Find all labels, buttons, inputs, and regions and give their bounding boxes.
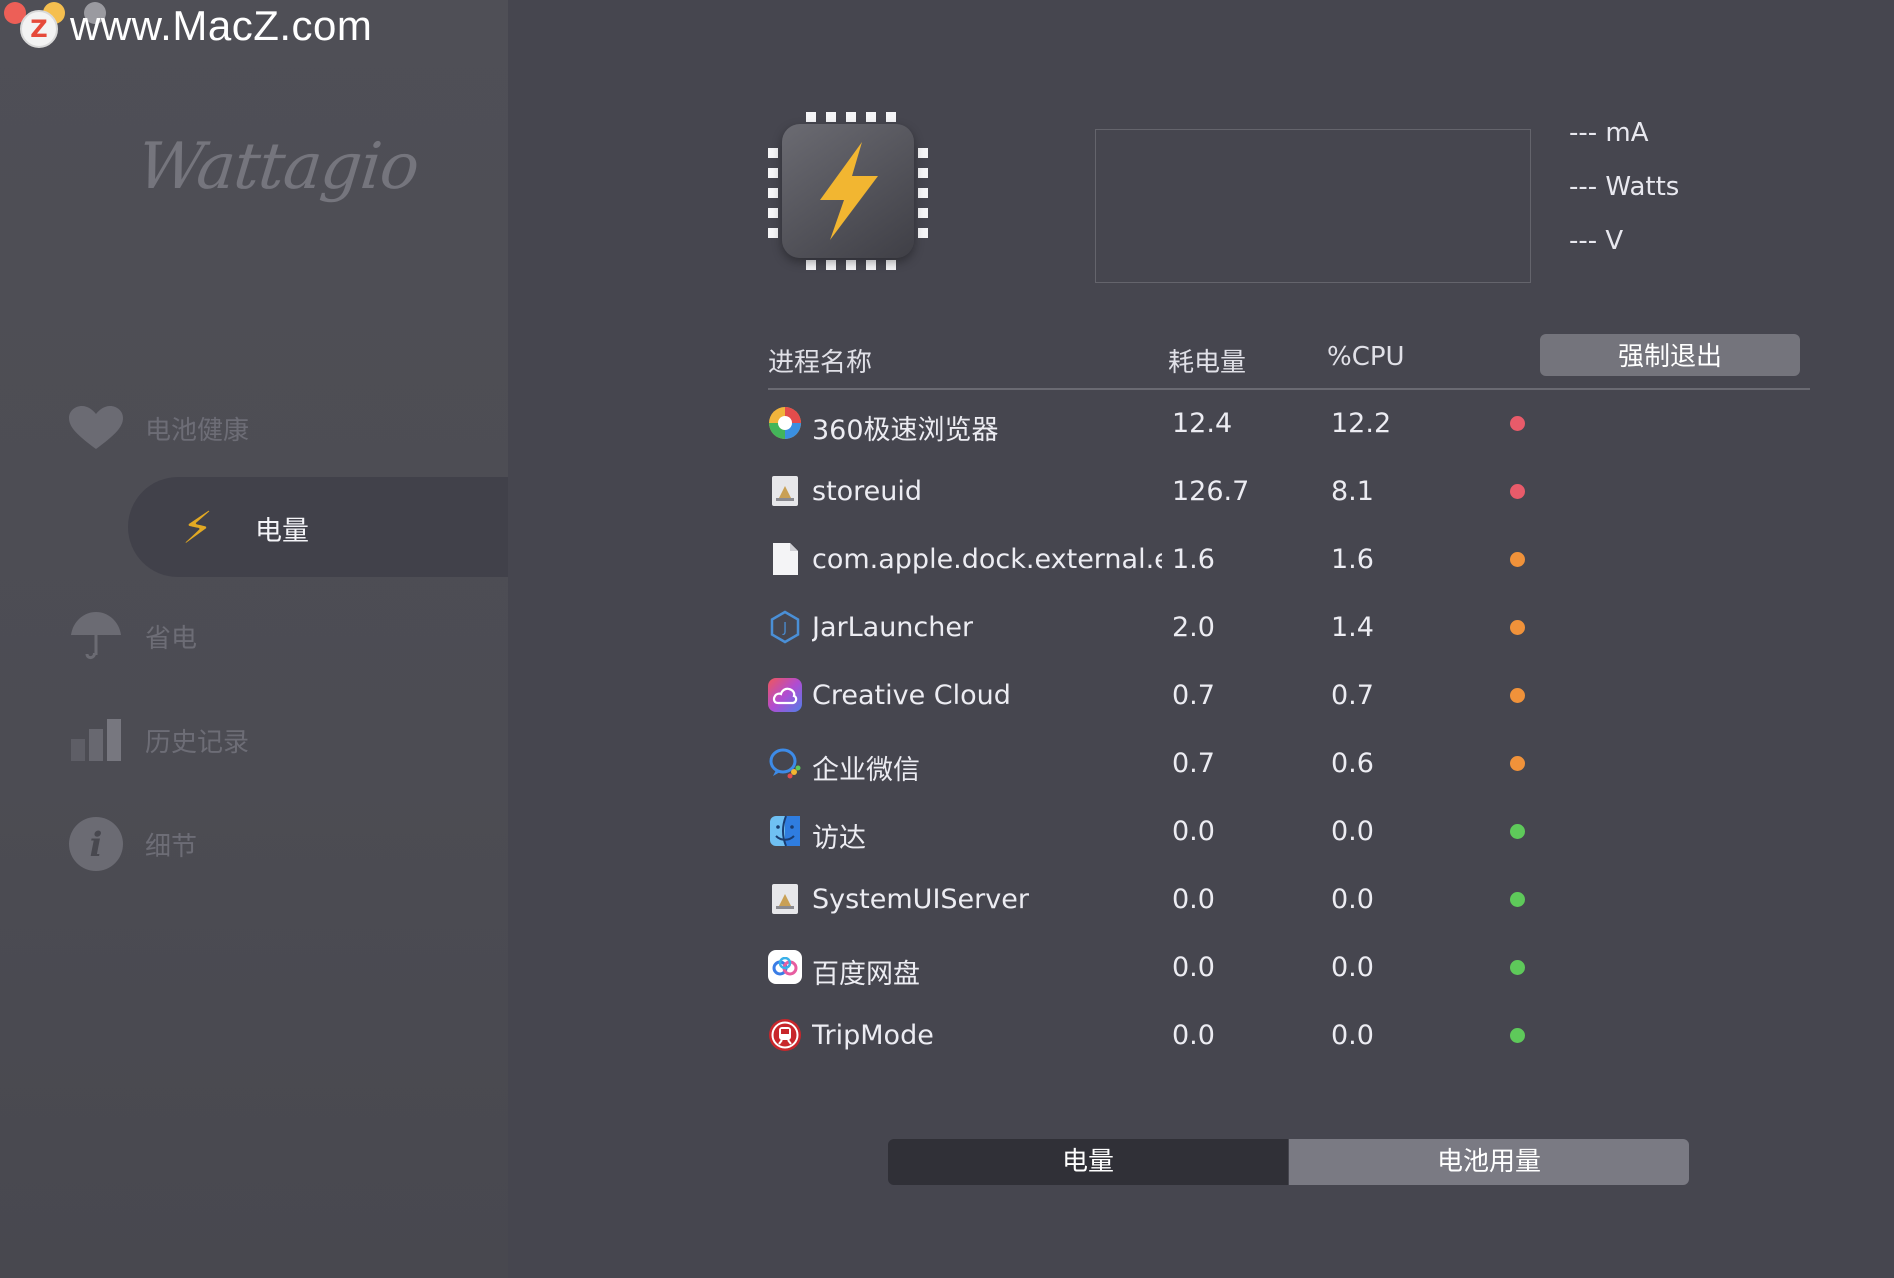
column-header-name[interactable]: 进程名称	[768, 342, 872, 379]
process-cpu: 0.0	[1331, 952, 1374, 983]
cpu-chip-icon	[768, 112, 928, 270]
sidebar-item-power-saving[interactable]: 省电	[0, 606, 508, 666]
finder-icon	[768, 814, 802, 848]
process-power: 0.7	[1172, 748, 1215, 779]
process-cpu: 0.0	[1331, 884, 1374, 915]
table-row[interactable]: J JarLauncher 2.0 1.4	[768, 598, 1808, 658]
table-row[interactable]: SystemUIServer 0.0 0.0	[768, 870, 1808, 930]
process-name: SystemUIServer	[812, 884, 1029, 915]
status-dot	[1510, 892, 1525, 907]
app-logo: Wattagio	[134, 130, 422, 204]
jar-icon: J	[768, 610, 802, 644]
status-dot	[1510, 416, 1525, 431]
process-name: Creative Cloud	[812, 680, 1011, 711]
column-header-power[interactable]: 耗电量	[1168, 342, 1246, 379]
table-row[interactable]: storeuid 126.7 8.1	[768, 462, 1808, 522]
svg-text:J: J	[782, 621, 787, 636]
status-dot	[1510, 960, 1525, 975]
creative-cloud-icon	[768, 678, 802, 712]
process-cpu: 0.7	[1331, 680, 1374, 711]
process-power: 1.6	[1172, 544, 1215, 575]
process-cpu: 8.1	[1331, 476, 1374, 507]
table-row[interactable]: 360极速浏览器 12.4 12.2	[768, 394, 1808, 454]
status-dot	[1510, 756, 1525, 771]
status-dot	[1510, 1028, 1525, 1043]
table-row[interactable]: com.apple.dock.external.e... 1.6 1.6	[768, 530, 1808, 590]
360-browser-icon	[768, 406, 802, 440]
table-row[interactable]: 百度网盘 0.0 0.0	[768, 938, 1808, 998]
process-power: 0.0	[1172, 884, 1215, 915]
header-divider	[768, 388, 1810, 390]
sidebar-item-battery-health[interactable]: 电池健康	[0, 398, 508, 458]
table-row[interactable]: 企业微信 0.7 0.6	[768, 734, 1808, 794]
generic-app-icon	[768, 474, 802, 508]
process-cpu: 1.4	[1331, 612, 1374, 643]
process-power: 12.4	[1172, 408, 1233, 439]
bar-chart-icon	[66, 710, 126, 770]
sidebar-item-details[interactable]: i 细节	[0, 814, 508, 874]
segment-power[interactable]: 电量	[888, 1139, 1288, 1185]
sidebar-item-label: 电池健康	[145, 415, 250, 446]
current-readout: --- mA	[1569, 118, 1649, 148]
process-name: 百度网盘	[812, 959, 920, 990]
process-cpu: 0.6	[1331, 748, 1374, 779]
bolt-icon: ⚡	[182, 503, 213, 554]
tripmode-icon	[768, 1018, 802, 1052]
bolt-icon	[820, 142, 878, 240]
generic-app-icon	[768, 882, 802, 916]
process-name: TripMode	[812, 1020, 934, 1051]
power-readout: --- Watts	[1569, 172, 1680, 202]
process-cpu: 0.0	[1331, 816, 1374, 847]
sidebar-item-label: 细节	[145, 831, 198, 862]
status-dot	[1510, 620, 1525, 635]
baidu-netdisk-icon	[768, 950, 802, 984]
process-name: JarLauncher	[812, 612, 974, 643]
watermark-text: www.MacZ.com	[70, 2, 373, 49]
status-dot	[1510, 484, 1525, 499]
process-power: 0.7	[1172, 680, 1215, 711]
voltage-readout: --- V	[1569, 226, 1624, 256]
process-power: 0.0	[1172, 952, 1215, 983]
segment-battery-usage[interactable]: 电池用量	[1289, 1139, 1689, 1185]
process-cpu: 0.0	[1331, 1020, 1374, 1051]
table-row[interactable]: 访达 0.0 0.0	[768, 802, 1808, 862]
power-graph	[1095, 129, 1531, 283]
sidebar-item-power[interactable]: ⚡ 电量	[128, 477, 508, 577]
process-power: 2.0	[1172, 612, 1215, 643]
sidebar-item-label: 电量	[255, 516, 309, 547]
process-cpu: 1.6	[1331, 544, 1374, 575]
process-power: 126.7	[1172, 476, 1250, 507]
sidebar-item-label: 历史记录	[145, 727, 250, 758]
process-name: 360极速浏览器	[812, 415, 999, 446]
status-dot	[1510, 552, 1525, 567]
table-row[interactable]: TripMode 0.0 0.0	[768, 1006, 1808, 1066]
umbrella-icon	[66, 606, 126, 666]
process-power: 0.0	[1172, 816, 1215, 847]
process-cpu: 12.2	[1331, 408, 1392, 439]
sidebar-item-history[interactable]: 历史记录	[0, 710, 508, 770]
watermark-logo: Z	[20, 10, 58, 48]
sidebar-item-label: 省电	[145, 623, 198, 654]
process-name: storeuid	[812, 476, 923, 507]
status-dot	[1510, 824, 1525, 839]
document-icon	[768, 542, 802, 576]
process-power: 0.0	[1172, 1020, 1215, 1051]
process-name: 访达	[812, 823, 866, 854]
table-row[interactable]: Creative Cloud 0.7 0.7	[768, 666, 1808, 726]
wecom-icon	[768, 746, 802, 780]
process-name: com.apple.dock.external.e...	[812, 544, 1162, 575]
sidebar: Wattagio 电池健康 ⚡ 电量 省电 历史记录 i 细节	[0, 0, 508, 1278]
column-header-cpu[interactable]: %CPU	[1327, 342, 1405, 372]
svg-text:i: i	[90, 825, 103, 865]
status-dot	[1510, 688, 1525, 703]
process-name: 企业微信	[812, 755, 920, 786]
force-quit-button[interactable]: 强制退出	[1540, 334, 1800, 376]
heart-icon	[66, 398, 126, 458]
info-icon: i	[66, 814, 126, 874]
